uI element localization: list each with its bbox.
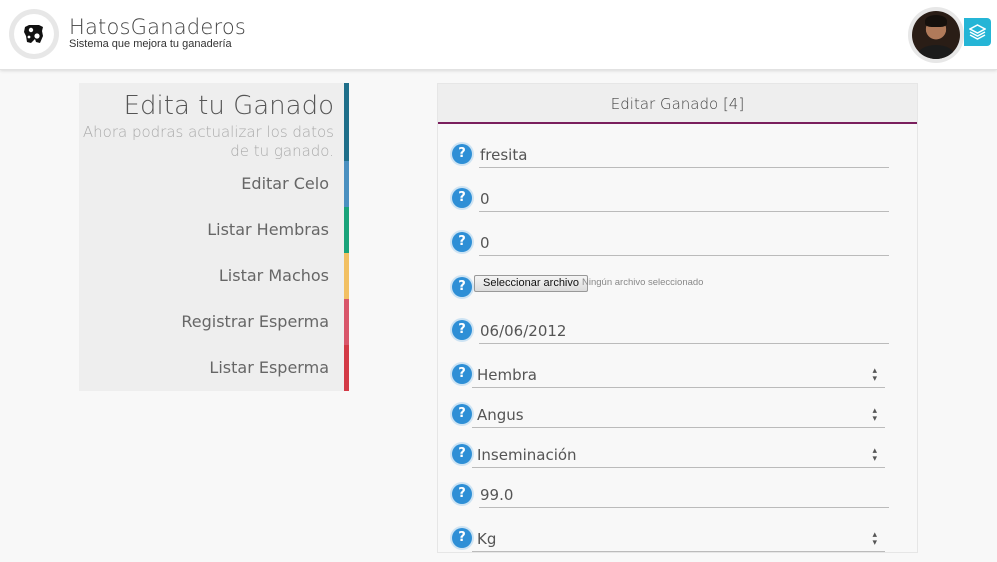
help-icon[interactable]: ? (452, 320, 472, 340)
file-status: Ningún archivo seleccionado (582, 277, 704, 288)
number-field-2[interactable]: 0 (479, 230, 889, 256)
logo[interactable] (9, 9, 59, 59)
form-row-breed: ? Angus ▴ ▾ (452, 402, 892, 438)
file-select-button[interactable]: Seleccionar archivo (474, 275, 588, 292)
form-row-sex: ? Hembra ▴ ▾ (452, 362, 892, 398)
select-arrow-icon: ▴ ▾ (872, 530, 877, 548)
help-icon[interactable]: ? (452, 444, 472, 464)
form-row-date: ? 06/06/2012 (452, 318, 892, 354)
help-icon[interactable]: ? (452, 528, 472, 548)
sex-select-value: Hembra (477, 366, 537, 384)
form-row-3: ? 0 (452, 230, 892, 266)
form-row-file: ? Seleccionar archivo Ningún archivo sel… (452, 274, 892, 310)
form-row-unit: ? Kg ▴ ▾ (452, 526, 892, 562)
cow-icon (24, 25, 43, 43)
avatar-shirt (918, 45, 954, 59)
menu-item-listar-machos[interactable]: Listar Machos (79, 253, 349, 299)
unit-select-value: Kg (477, 530, 497, 548)
help-icon[interactable]: ? (452, 484, 472, 504)
sex-select[interactable]: Hembra ▴ ▾ (472, 362, 885, 388)
form-row-weight: ? 99.0 (452, 482, 892, 518)
form-row-origin: ? Inseminación ▴ ▾ (452, 442, 892, 478)
select-arrow-icon: ▴ ▾ (872, 406, 877, 424)
help-icon[interactable]: ? (452, 188, 472, 208)
menu-item-listar-esperma[interactable]: Listar Esperma (79, 345, 349, 391)
breed-select[interactable]: Angus ▴ ▾ (472, 402, 885, 428)
breed-select-value: Angus (477, 406, 524, 424)
weight-field[interactable]: 99.0 (479, 482, 889, 508)
form-title: Editar Ganado [4] (438, 84, 917, 124)
help-icon[interactable]: ? (452, 364, 472, 384)
brand-title[interactable]: HatosGanaderos (69, 15, 246, 39)
menu-item-listar-hembras[interactable]: Listar Hembras (79, 207, 349, 253)
help-icon[interactable]: ? (452, 404, 472, 424)
layers-button[interactable] (964, 18, 991, 46)
help-icon[interactable]: ? (452, 277, 472, 297)
avatar-photo (912, 11, 960, 59)
side-menu: Edita tu Ganado Ahora podras actualizar … (79, 83, 349, 391)
brand-subtitle: Sistema que mejora tu ganadería (69, 38, 232, 50)
logo-badge (14, 14, 54, 54)
user-avatar[interactable] (908, 7, 964, 63)
edit-form-panel: Editar Ganado [4] ? fresita ? 0 ? 0 ? Se… (437, 83, 918, 553)
side-menu-header: Edita tu Ganado Ahora podras actualizar … (79, 83, 349, 161)
name-field[interactable]: fresita (479, 142, 889, 168)
menu-item-editar-celo[interactable]: Editar Celo (79, 161, 349, 207)
page-title: Edita tu Ganado (123, 91, 334, 121)
select-arrow-icon: ▴ ▾ (872, 446, 877, 464)
number-field-1[interactable]: 0 (479, 186, 889, 212)
top-navbar: HatosGanaderos Sistema que mejora tu gan… (0, 0, 997, 70)
origin-select[interactable]: Inseminación ▴ ▾ (472, 442, 885, 468)
page-description: Ahora podras actualizar los datos de tu … (82, 123, 334, 160)
layers-icon (969, 24, 986, 40)
origin-select-value: Inseminación (477, 446, 577, 464)
avatar-hair (925, 15, 947, 27)
date-field[interactable]: 06/06/2012 (479, 318, 889, 344)
form-row-2: ? 0 (452, 186, 892, 222)
help-icon[interactable]: ? (452, 232, 472, 252)
help-icon[interactable]: ? (452, 144, 472, 164)
menu-item-registrar-esperma[interactable]: Registrar Esperma (79, 299, 349, 345)
unit-select[interactable]: Kg ▴ ▾ (472, 526, 885, 552)
form-row-name: ? fresita (452, 142, 892, 178)
select-arrow-icon: ▴ ▾ (872, 366, 877, 384)
